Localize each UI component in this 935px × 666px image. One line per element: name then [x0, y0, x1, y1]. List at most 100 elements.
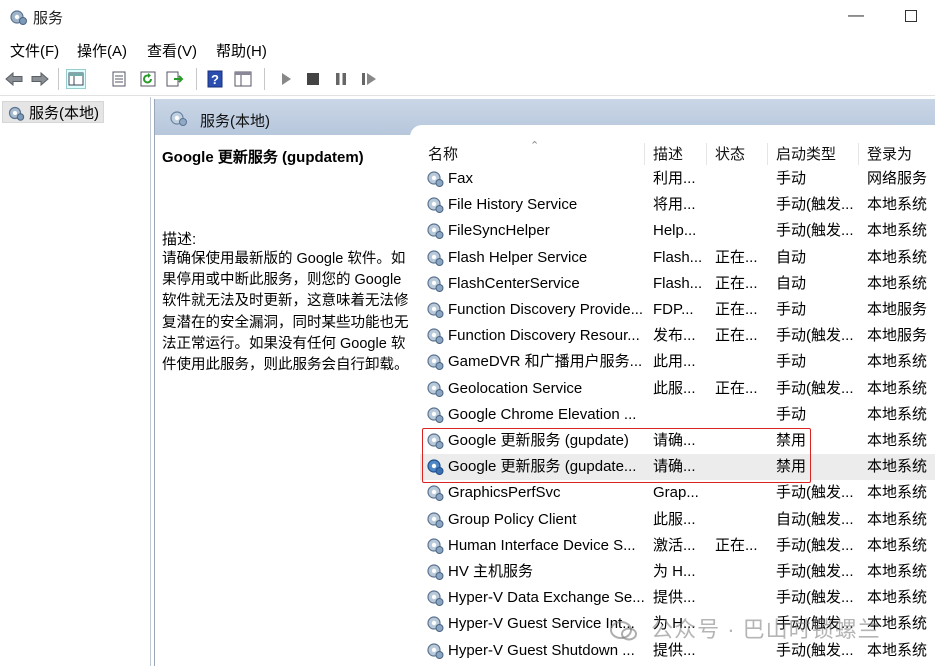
service-row[interactable]: Google Chrome Elevation ... 手动 本地系统 — [420, 402, 935, 428]
pause-icon[interactable] — [331, 69, 351, 89]
refresh-icon[interactable] — [138, 69, 158, 89]
service-row[interactable]: Google 更新服务 (gupdate) 请确... 禁用 本地系统 — [420, 428, 935, 454]
menu-action[interactable]: 操作(A) — [77, 40, 127, 61]
column-header-name[interactable]: 名称 ⌃ — [420, 140, 645, 165]
service-gear-icon — [425, 614, 445, 638]
service-name: FileSyncHelper — [448, 222, 550, 240]
service-startup-type: 手动(触发... — [776, 222, 854, 240]
service-logon-as: 本地系统 — [867, 353, 928, 371]
service-gear-icon — [425, 510, 445, 534]
service-startup-type: 手动(触发... — [776, 196, 854, 214]
console-tree: 服务(本地) — [0, 97, 151, 666]
service-description: 此用... — [653, 353, 696, 371]
service-logon-as: 本地系统 — [867, 484, 928, 502]
service-row[interactable]: HV 主机服务 为 H... 手动(触发... 本地系统 — [420, 559, 935, 585]
svg-text:?: ? — [211, 72, 219, 87]
service-gear-icon — [425, 195, 445, 219]
export-list-icon[interactable] — [165, 69, 185, 89]
service-row[interactable]: File History Service 将用... 手动(触发... 本地系统 — [420, 192, 935, 218]
service-description — [653, 402, 703, 428]
service-gear-icon — [425, 379, 445, 403]
service-row[interactable]: FlashCenterService Flash... 正在... 自动 本地系统 — [420, 271, 935, 297]
service-row[interactable]: Fax 利用... 手动 网络服务 — [420, 166, 935, 192]
restart-icon[interactable] — [359, 69, 379, 89]
column-header-status[interactable]: 状态 — [707, 143, 768, 165]
service-gear-icon — [425, 352, 445, 376]
service-status: 正在... — [715, 536, 758, 554]
service-startup-type: 自动(触发... — [776, 510, 854, 528]
service-logon-as: 本地系统 — [867, 379, 928, 397]
service-logon-as: 本地系统 — [867, 432, 928, 449]
console-tree-icon[interactable] — [66, 69, 86, 89]
service-gear-icon — [425, 641, 445, 665]
service-row[interactable]: Function Discovery Provide... FDP... 正在...… — [420, 297, 935, 323]
column-header-description[interactable]: 描述 — [645, 143, 707, 165]
service-row[interactable]: Hyper-V Data Exchange Se... 提供... 手动(触发...… — [420, 585, 935, 611]
service-row[interactable]: Flash Helper Service Flash... 正在... 自动 本地系统 — [420, 245, 935, 271]
service-gear-icon — [425, 483, 445, 507]
service-description: 发布... — [653, 327, 696, 345]
service-row[interactable]: Google 更新服务 (gupdate... 请确... 禁用 本地系统 — [420, 454, 935, 481]
service-startup-type: 手动(触发... — [776, 589, 854, 607]
service-startup-type: 自动 — [776, 274, 807, 292]
service-gear-icon — [425, 274, 445, 298]
service-logon-as: 本地系统 — [867, 589, 928, 607]
menu-file[interactable]: 文件(F) — [10, 40, 59, 61]
service-logon-as: 本地系统 — [867, 458, 928, 476]
back-arrow-icon[interactable] — [4, 69, 24, 89]
panel-header-title: 服务(本地) — [200, 113, 270, 130]
service-startup-type: 手动 — [776, 301, 807, 318]
service-gear-icon — [425, 169, 445, 193]
service-startup-type: 自动 — [776, 248, 807, 266]
service-row[interactable]: FileSyncHelper Help... 手动(触发... 本地系统 — [420, 218, 935, 244]
service-logon-as: 本地系统 — [867, 563, 928, 580]
tree-item-services-local[interactable]: 服务(本地) — [2, 101, 104, 123]
menu-help[interactable]: 帮助(H) — [216, 40, 267, 61]
watermark-text: 公众号 · 巴山时锁螺兰 — [651, 617, 881, 642]
service-row[interactable]: Geolocation Service 此服... 正在... 手动(触发... 本地系… — [420, 376, 935, 402]
service-status — [715, 349, 765, 375]
service-description: 为 H... — [653, 563, 696, 580]
window-title: 服务 — [33, 10, 64, 27]
maximize-button[interactable] — [905, 10, 917, 22]
panel-header: 服务(本地) — [155, 99, 935, 139]
minimize-button[interactable]: — — [848, 6, 864, 26]
toolbar: ? — [0, 62, 935, 96]
service-name: Function Discovery Provide... — [448, 301, 644, 318]
forward-arrow-icon[interactable] — [30, 69, 50, 89]
service-description: Help... — [653, 222, 697, 240]
service-gear-icon — [425, 588, 445, 612]
service-description: 请确... — [653, 458, 696, 476]
service-startup-type: 手动(触发... — [776, 327, 854, 345]
service-row[interactable]: Function Discovery Resour... 发布... 正在... 手动… — [420, 323, 935, 349]
properties-icon[interactable] — [109, 69, 129, 89]
toolbar-separator — [58, 68, 59, 90]
service-logon-as: 本地系统 — [867, 536, 928, 554]
service-gear-icon — [425, 536, 445, 560]
service-gear-icon — [425, 431, 445, 455]
stop-icon[interactable] — [303, 69, 323, 89]
view-icon[interactable] — [233, 69, 253, 89]
service-status — [715, 218, 765, 244]
service-status — [715, 480, 765, 506]
service-row[interactable]: Group Policy Client 此服... 自动(触发... 本地系统 — [420, 507, 935, 533]
tab-curve — [410, 125, 935, 139]
column-header-logon-as[interactable]: 登录为 — [859, 143, 935, 165]
service-row[interactable]: GameDVR 和广播用户服务... 此用... 手动 本地系统 — [420, 349, 935, 375]
service-logon-as: 本地系统 — [867, 196, 928, 214]
service-gear-icon — [425, 248, 445, 272]
service-logon-as: 本地系统 — [867, 222, 928, 240]
service-startup-type: 禁用 — [776, 432, 807, 449]
service-description: 请确... — [653, 432, 696, 449]
help-icon[interactable]: ? — [205, 69, 225, 89]
service-gear-icon — [425, 221, 445, 245]
service-status: 正在... — [715, 248, 758, 266]
service-row[interactable]: Human Interface Device S... 激活... 正在... 手动(… — [420, 533, 935, 559]
service-description: 此服... — [653, 379, 696, 397]
service-status: 正在... — [715, 274, 758, 292]
service-row[interactable]: GraphicsPerfSvc Grap... 手动(触发... 本地系统 — [420, 480, 935, 506]
service-startup-type: 手动(触发... — [776, 484, 854, 502]
menu-view[interactable]: 查看(V) — [147, 40, 197, 61]
column-header-startup-type[interactable]: 启动类型 — [768, 143, 859, 165]
play-icon[interactable] — [276, 69, 296, 89]
